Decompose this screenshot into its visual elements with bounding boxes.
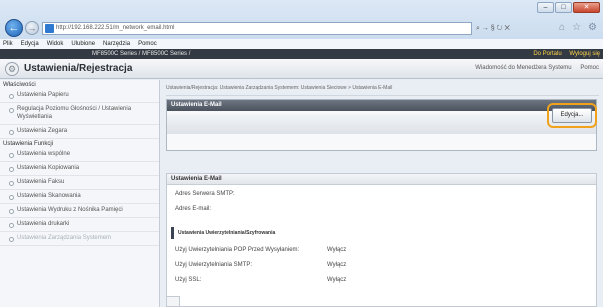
smtp-auth-label: Użyj Uwierzytelniania SMTP: [175,262,253,268]
smtp-auth-value: Wyłącz [327,262,347,268]
menu-favorites[interactable]: Ulubione [71,39,95,49]
menu-tools[interactable]: Narzędzia [103,39,130,49]
sidebar-item-scan[interactable]: Ustawienia Skanowania [0,190,159,204]
ssl-row: Użyj SSL: Wyłącz [175,277,346,283]
home-icon[interactable]: ⌂ [559,22,565,33]
sidebar-item-printer[interactable]: Ustawienia drukarki [0,218,159,232]
sidebar-item-volume-display[interactable]: Regulacja Poziomu Głośności / Ustawienia… [0,103,159,125]
panel-title: Ustawienia E-Mail [167,100,596,111]
menu-edit[interactable]: Edycja [21,39,39,49]
main-content: Ustawienia/Rejestracja: Ustawienia Zarzą… [166,80,603,307]
menu-help[interactable]: Pomoc [138,39,157,49]
window-controls: – □ ✕ [537,2,600,13]
smtp-server-row: Adres Serwera SMTP: [175,191,235,197]
email-address-row: Adres E-mail: [175,206,211,212]
logout-link[interactable]: Wyloguj się [569,51,600,57]
auth-section-title: Ustawienia Uwierzytelniania/Szyfrowania [171,227,594,239]
sidebar-item-paper[interactable]: Ustawienia Papieru [0,89,159,103]
page-title: Ustawienia/Rejestracja [24,63,133,74]
portal-link[interactable]: Do Portalu [533,51,561,57]
sidebar-item-media-print[interactable]: Ustawienia Wydruku z Nośnika Pamięci [0,204,159,218]
back-button[interactable]: ← [5,19,23,37]
sidebar: Właściwości Ustawienia Papieru Regulacja… [0,80,160,307]
sidebar-section-functions[interactable]: Ustawienia Funkcji [0,139,159,148]
address-tools-icons[interactable]: ⌕ → § ↻ ✕ [476,25,510,33]
sidebar-item-copy[interactable]: Ustawienia Kopiowania [0,162,159,176]
site-icon [45,24,54,33]
panel-toolbar [167,114,596,134]
device-bar: MF8500C Series / MF8500C Series / Do Por… [0,49,603,59]
scroll-tab [166,296,180,307]
pop-auth-value: Wyłącz [327,247,347,253]
sidebar-item-clock[interactable]: Ustawienia Zegara [0,125,159,139]
ssl-value: Wyłącz [327,277,347,283]
message-admin-link[interactable]: Wiadomość do Menedżera Systemu [475,65,571,71]
menu-view[interactable]: Widok [47,39,64,49]
device-model: MF8500C Series / MF8500C Series / [92,51,191,57]
section-title: Ustawienia E-Mail [167,174,596,185]
pop-auth-row: Użyj Uwierzytelniania POP Przed Wysyłani… [175,247,346,253]
email-settings-panel: Ustawienia E-Mail [166,99,597,151]
menu-bar: Plik Edycja Widok Ulubione Narzędzia Pom… [0,39,603,49]
menu-file[interactable]: Plik [3,39,13,49]
forward-button[interactable]: → [25,21,39,35]
maximize-button[interactable]: □ [555,2,572,13]
header-right-links: Wiadomość do Menedżera Systemu Pomoc [468,65,599,71]
sidebar-item-fax[interactable]: Ustawienia Faksu [0,176,159,190]
address-url: http://192.168.222.51/m_network_email.ht… [56,25,175,31]
ssl-label: Użyj SSL: [175,277,202,283]
sidebar-item-common[interactable]: Ustawienia wspólne [0,148,159,162]
settings-page-icon: ⚙ [5,62,19,76]
sidebar-section-properties[interactable]: Właściwości [0,80,159,89]
breadcrumb: Ustawienia/Rejestracja: Ustawienia Zarzą… [166,85,599,96]
email-address-label: Adres E-mail: [175,206,212,212]
smtp-auth-row: Użyj Uwierzytelniania SMTP: Wyłącz [175,262,346,268]
help-link[interactable]: Pomoc [580,65,599,71]
address-bar[interactable]: http://192.168.222.51/m_network_email.ht… [42,22,472,35]
minimize-button[interactable]: – [537,2,554,13]
edit-button[interactable]: Edycja... [552,108,592,123]
pop-auth-label: Użyj Uwierzytelniania POP Przed Wysyłani… [175,247,300,253]
browser-toolbar-icons: ⌂ ☆ ⚙ [559,22,597,33]
header-links: Do Portalu Wyloguj się [527,49,600,59]
email-settings-details: Ustawienia E-Mail Adres Serwera SMTP: Ad… [166,173,597,307]
smtp-server-label: Adres Serwera SMTP: [175,191,235,197]
address-tools[interactable]: ⌕ → § ↻ ✕ [476,22,510,35]
favorites-icon[interactable]: ☆ [572,22,581,33]
gear-icon[interactable]: ⚙ [588,22,597,33]
close-window-button[interactable]: ✕ [573,2,600,13]
page-header: ⚙ Ustawienia/Rejestracja Wiadomość do Me… [0,59,603,79]
sidebar-item-system-management[interactable]: Ustawienia Zarządzania Systemem [0,232,159,246]
